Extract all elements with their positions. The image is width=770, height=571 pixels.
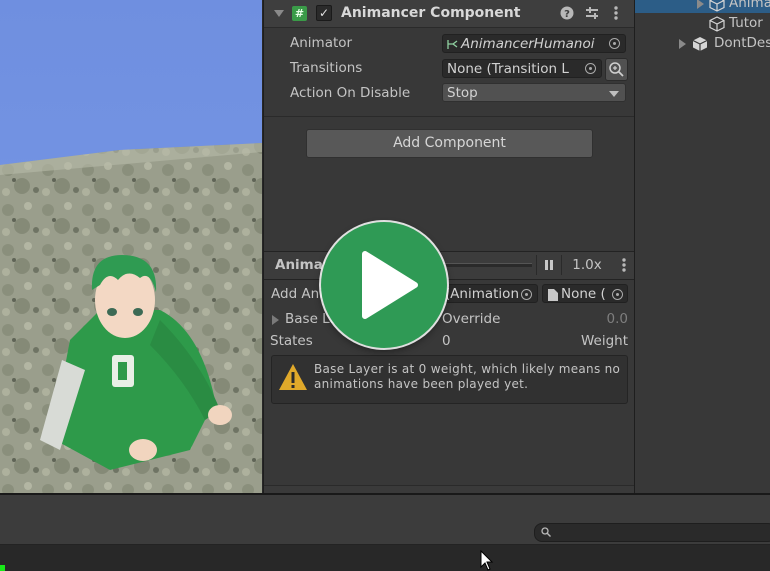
animator-asset-icon xyxy=(447,40,458,49)
object-picker-icon[interactable] xyxy=(612,289,623,300)
search-icon xyxy=(541,527,551,537)
foldout-arrow-icon[interactable] xyxy=(274,10,284,17)
component-header[interactable]: # ✓ Animancer Component ? xyxy=(264,0,634,28)
animator-value: AnimancerHumanoi xyxy=(461,36,595,52)
expand-arrow-icon[interactable] xyxy=(697,0,704,9)
file-icon xyxy=(548,289,558,301)
base-layer-mode: Override xyxy=(442,311,501,327)
gameobject-icon xyxy=(709,16,725,32)
hierarchy-item[interactable]: Tutor xyxy=(635,15,770,33)
play-icon xyxy=(362,251,418,319)
speed-field[interactable]: 1.0x xyxy=(561,255,612,275)
script-icon: # xyxy=(292,6,307,21)
console-area xyxy=(0,545,770,571)
warning-icon xyxy=(279,364,307,390)
second-animation-value: None ( xyxy=(561,286,606,302)
console-search-input[interactable] xyxy=(534,523,770,542)
scene-viewport[interactable] xyxy=(0,0,262,493)
menu-icon[interactable] xyxy=(613,5,619,21)
add-component-button[interactable]: Add Component xyxy=(306,129,593,158)
menu-icon[interactable] xyxy=(621,257,627,273)
warning-text: Base Layer is at 0 weight, which likely … xyxy=(314,362,621,391)
transitions-value: None (Transition L xyxy=(447,61,569,77)
hierarchy-item[interactable]: DontDes xyxy=(635,35,770,53)
bottom-tab-bar xyxy=(0,493,770,521)
chevron-down-icon xyxy=(609,91,619,97)
hierarchy-item-label: DontDes xyxy=(714,35,770,51)
warning-box: Base Layer is at 0 weight, which likely … xyxy=(271,355,628,404)
object-picker-icon[interactable] xyxy=(585,63,596,74)
action-on-disable-dropdown[interactable]: Stop xyxy=(442,83,626,102)
action-on-disable-value: Stop xyxy=(447,85,478,101)
help-icon[interactable]: ? xyxy=(560,6,574,20)
component-enabled-checkbox[interactable]: ✓ xyxy=(316,5,332,21)
weight-label: Weight xyxy=(580,333,628,349)
scene-render xyxy=(0,143,262,493)
animator-label: Animator xyxy=(290,35,353,51)
pause-icon xyxy=(545,260,553,270)
expand-arrow-icon[interactable] xyxy=(679,39,686,49)
base-layer-foldout-icon[interactable] xyxy=(272,315,279,325)
animancer-window-header: Animancer 1.0x xyxy=(264,251,634,280)
svg-text:?: ? xyxy=(564,9,570,20)
console-toolbar xyxy=(0,519,770,545)
gameobject-icon xyxy=(709,0,725,12)
pause-button[interactable] xyxy=(536,255,561,275)
action-on-disable-label: Action On Disable xyxy=(290,85,411,101)
hierarchy-item[interactable]: Anima xyxy=(635,0,770,13)
transitions-label: Transitions xyxy=(290,60,363,76)
preset-icon[interactable] xyxy=(585,6,599,20)
play-video-button[interactable] xyxy=(321,222,447,348)
object-picker-icon[interactable] xyxy=(521,289,532,300)
prefab-icon xyxy=(692,37,708,51)
base-layer-weight: 0.0 xyxy=(606,311,628,327)
transitions-field[interactable]: None (Transition L xyxy=(442,59,602,78)
hierarchy-item-label: Tutor xyxy=(729,15,763,31)
component-title: Animancer Component xyxy=(341,5,521,21)
states-label: States xyxy=(270,333,313,349)
hierarchy-item-label: Anima xyxy=(729,0,770,11)
inspector-panel: # ✓ Animancer Component ? Animator Anima… xyxy=(263,0,635,494)
transitions-search-button[interactable] xyxy=(605,58,628,81)
divider xyxy=(264,116,634,117)
hierarchy-panel: Anima Tutor DontDes xyxy=(635,0,770,493)
object-picker-icon[interactable] xyxy=(609,38,620,49)
status-indicator xyxy=(0,565,5,571)
search-icon xyxy=(609,62,624,77)
animator-field[interactable]: AnimancerHumanoi xyxy=(442,34,626,53)
cursor-icon xyxy=(480,550,494,571)
